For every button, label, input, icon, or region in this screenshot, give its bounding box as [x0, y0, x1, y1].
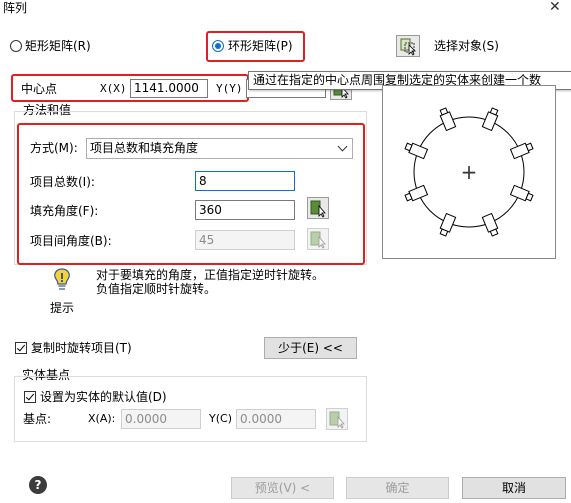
- base-y-label: Y(C): [209, 412, 232, 425]
- base-point-label: 基点:: [23, 412, 52, 426]
- hint-caption: 提示: [50, 301, 75, 315]
- help-icon[interactable]: ?: [29, 476, 47, 494]
- lightbulb-icon: [54, 268, 70, 290]
- window-title: 阵列: [3, 1, 28, 15]
- preview-panel: +: [382, 85, 556, 259]
- total-items-input[interactable]: 8: [195, 171, 295, 191]
- base-pick-button: [326, 408, 348, 430]
- item-angle-label: 项目间角度(B):: [30, 234, 112, 248]
- total-items-label: 项目总数(I):: [30, 175, 95, 189]
- item-angle-pick-button: [307, 228, 329, 250]
- default-base-checkbox[interactable]: [24, 391, 36, 403]
- select-objects-button[interactable]: [396, 35, 420, 57]
- rect-array-radio[interactable]: [10, 40, 22, 52]
- center-x-input[interactable]: 1141.0000: [130, 79, 208, 98]
- pick-angle-disabled-icon: [310, 231, 326, 249]
- ok-button: 确定: [346, 477, 449, 499]
- base-y-input: 0.0000: [236, 409, 316, 429]
- close-icon[interactable]: ✕: [549, 0, 561, 14]
- rotate-items-checkbox[interactable]: [15, 342, 27, 354]
- polar-array-radio[interactable]: [212, 40, 224, 52]
- item-angle-input: 45: [195, 230, 295, 250]
- fill-angle-pick-button[interactable]: [307, 197, 329, 219]
- pick-angle-icon: [310, 200, 326, 218]
- select-objects-icon: [400, 38, 416, 56]
- preview-drawing: +: [404, 107, 534, 237]
- center-point-label: 中心点: [21, 82, 58, 96]
- mode-select[interactable]: 项目总数和填充角度: [86, 138, 353, 159]
- center-y-label: Y(Y): [216, 82, 243, 95]
- help-glyph: ?: [34, 478, 42, 492]
- hint-line-2: 负值指定顺时针旋转。: [96, 282, 217, 296]
- pick-point-disabled-icon: [329, 411, 345, 429]
- fill-angle-input[interactable]: 360: [195, 200, 295, 220]
- select-objects-label[interactable]: 选择对象(S): [434, 39, 499, 53]
- hint-line-1: 对于要填充的角度，正值指定逆时针旋转。: [96, 268, 325, 282]
- chevron-down-icon: [337, 141, 348, 152]
- base-x-input: 0.0000: [121, 409, 201, 429]
- fill-angle-label: 填充角度(F):: [30, 204, 99, 218]
- preview-center-mark: +: [461, 160, 478, 184]
- preview-button: 预览(V) <: [231, 477, 334, 499]
- mode-label: 方式(M):: [30, 141, 78, 155]
- cancel-button[interactable]: 取消: [462, 477, 566, 499]
- base-x-label: X(A):: [88, 412, 116, 425]
- rect-array-label[interactable]: 矩形矩阵(R): [25, 39, 91, 53]
- default-base-label[interactable]: 设置为实体的默认值(D): [40, 390, 167, 404]
- mode-select-value: 项目总数和填充角度: [90, 141, 199, 155]
- less-button[interactable]: 少于(E) <<: [264, 337, 357, 359]
- rotate-items-label[interactable]: 复制时旋转项目(T): [31, 341, 132, 355]
- center-x-label: X(X): [100, 82, 127, 95]
- polar-array-label[interactable]: 环形矩阵(P): [228, 39, 293, 53]
